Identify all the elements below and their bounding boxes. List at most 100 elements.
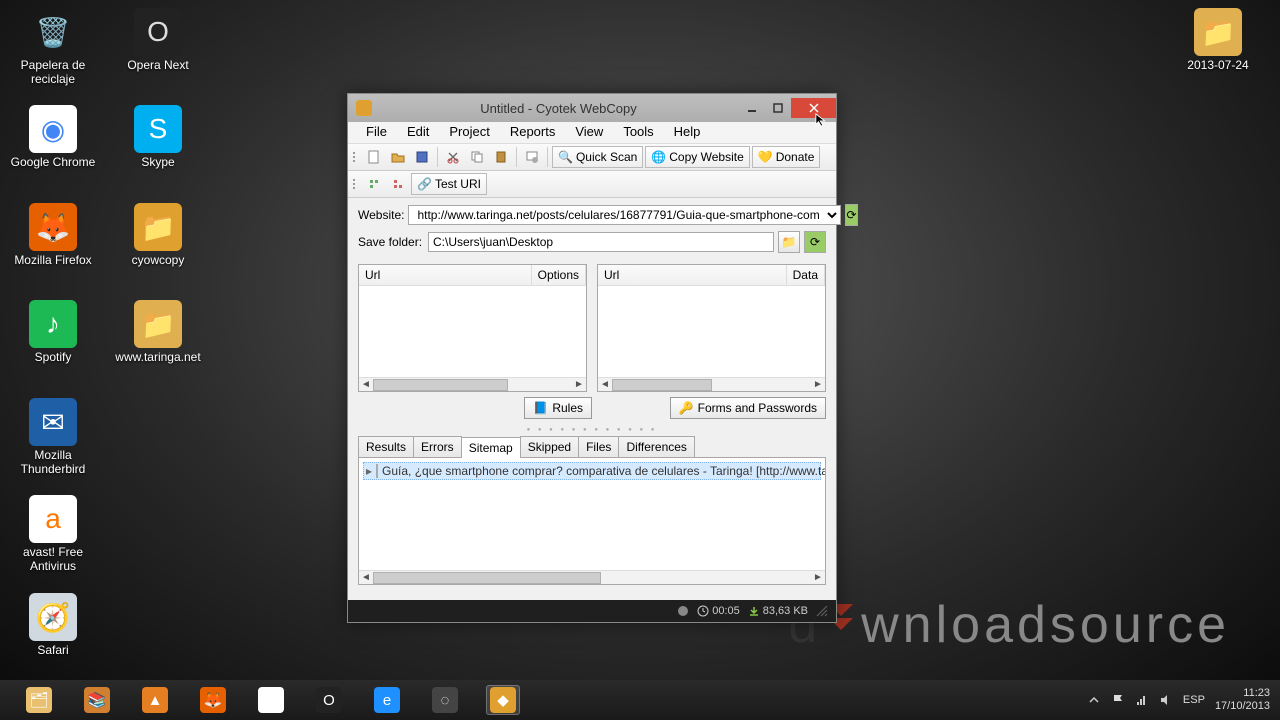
tree-collapse-button[interactable] [363, 173, 385, 195]
download-icon [748, 605, 760, 617]
forms-scrollbar[interactable]: ◄► [598, 377, 825, 391]
menu-reports[interactable]: Reports [500, 122, 566, 143]
cut-button[interactable] [442, 146, 464, 168]
network-icon[interactable] [1135, 693, 1149, 707]
tab-differences[interactable]: Differences [618, 436, 694, 457]
menu-tools[interactable]: Tools [613, 122, 663, 143]
elapsed-time: 00:05 [712, 605, 740, 617]
taskbar-chrome[interactable]: ◉ [242, 680, 300, 720]
desktop-icon-mozilla-firefox[interactable]: 🦊Mozilla Firefox [8, 203, 98, 267]
forms-passwords-button[interactable]: 🔑Forms and Passwords [670, 397, 826, 419]
paste-button[interactable] [490, 146, 512, 168]
icon-label: Spotify [8, 350, 98, 364]
icon-label: Safari [8, 643, 98, 657]
quick-scan-button[interactable]: 🔍Quick Scan [552, 146, 643, 168]
desktop-icon-mozilla-thunderbird[interactable]: ✉Mozilla Thunderbird [8, 398, 98, 476]
save-folder-input[interactable] [428, 232, 774, 252]
desktop-icon-safari[interactable]: 🧭Safari [8, 593, 98, 657]
tab-errors[interactable]: Errors [413, 436, 462, 457]
resize-grip-icon[interactable] [816, 605, 828, 617]
desktop: 🗑️Papelera de reciclajeOOpera Next📁2013-… [0, 0, 1280, 720]
forms-col-data[interactable]: Data [787, 265, 825, 285]
taskbar-file-explorer[interactable]: 🗂 [10, 680, 68, 720]
forms-list[interactable] [598, 286, 825, 377]
rules-icon: 📘 [533, 401, 548, 415]
donate-button[interactable]: 💛Donate [752, 146, 821, 168]
desktop-icon-avast[interactable]: aavast! Free Antivirus [8, 495, 98, 573]
desktop-icon-skype[interactable]: S Skype [113, 105, 203, 169]
close-button[interactable] [791, 98, 836, 118]
menu-help[interactable]: Help [664, 122, 711, 143]
taskbar-steam[interactable]: ◌ [416, 680, 474, 720]
sitemap-tree[interactable]: ▸ Guía, ¿que smartphone comprar? compara… [359, 458, 825, 570]
sitemap-row[interactable]: ▸ Guía, ¿que smartphone comprar? compara… [363, 462, 821, 480]
sitemap-scrollbar[interactable]: ◄► [359, 570, 825, 584]
taskbar-firefox[interactable]: 🦊 [184, 680, 242, 720]
folder-icon: 📁 [782, 235, 797, 249]
taringa-folder-icon: 📁 [134, 300, 182, 348]
rules-list[interactable] [359, 286, 586, 377]
icon-label: Opera Next [113, 58, 203, 72]
website-input[interactable]: http://www.taringa.net/posts/celulares/1… [408, 205, 841, 225]
menu-project[interactable]: Project [439, 122, 499, 143]
go-website-button[interactable]: ⟳ [845, 204, 857, 226]
icon-label: Skype [113, 155, 203, 169]
copy-button[interactable] [466, 146, 488, 168]
forms-col-url[interactable]: Url [598, 265, 787, 285]
tab-sitemap[interactable]: Sitemap [461, 437, 521, 458]
menu-file[interactable]: File [356, 122, 397, 143]
menu-view[interactable]: View [565, 122, 613, 143]
forms-pane: Url Data ◄► [597, 264, 826, 392]
rules-col-options[interactable]: Options [532, 265, 586, 285]
minimize-button[interactable] [739, 98, 765, 118]
desktop-icon-taringa-folder[interactable]: 📁www.taringa.net [113, 300, 203, 364]
open-button[interactable] [387, 146, 409, 168]
scan-icon: 🔍 [558, 150, 573, 164]
tab-skipped[interactable]: Skipped [520, 436, 579, 457]
copy-website-button[interactable]: 🌐Copy Website [645, 146, 749, 168]
icon-label: Google Chrome [8, 155, 98, 169]
form-area: Website: http://www.taringa.net/posts/ce… [348, 198, 836, 264]
desktop-icon-recycle-bin[interactable]: 🗑️Papelera de reciclaje [8, 8, 98, 86]
taskbar-libraries[interactable]: 📚 [68, 680, 126, 720]
volume-icon[interactable] [1159, 693, 1173, 707]
taskbar-cyotek-webcopy[interactable]: ◆ [474, 680, 532, 720]
desktop-icon-spotify[interactable]: ♪Spotify [8, 300, 98, 364]
flag-icon[interactable] [1111, 693, 1125, 707]
rules-button[interactable]: 📘Rules [524, 397, 592, 419]
icon-label: cyowcopy [113, 253, 203, 267]
icon-label: avast! Free Antivirus [8, 545, 98, 573]
title-bar[interactable]: Untitled - Cyotek WebCopy [348, 94, 836, 122]
menu-edit[interactable]: Edit [397, 122, 439, 143]
heart-icon: 💛 [758, 150, 773, 164]
rules-col-url[interactable]: Url [359, 265, 532, 285]
settings-button[interactable] [521, 146, 543, 168]
keyboard-language[interactable]: ESP [1183, 694, 1205, 706]
rules-pane: Url Options ◄► [358, 264, 587, 392]
rules-scrollbar[interactable]: ◄► [359, 377, 586, 391]
clock[interactable]: 11:23 17/10/2013 [1215, 687, 1270, 713]
download-size: 83,63 KB [763, 605, 808, 617]
tab-results[interactable]: Results [358, 436, 414, 457]
desktop-icon-opera-next[interactable]: OOpera Next [113, 8, 203, 72]
desktop-icon-folder-2013-07-24[interactable]: 📁2013-07-24 [1173, 8, 1263, 72]
key-icon: 🔑 [679, 401, 694, 415]
tray-expand-icon[interactable] [1087, 693, 1101, 707]
desktop-icon-cyowcopy[interactable]: 📁cyowcopy [113, 203, 203, 267]
toolbar-grip[interactable] [353, 179, 359, 189]
desktop-icon-google-chrome[interactable]: ◉Google Chrome [8, 105, 98, 169]
taskbar-vlc[interactable]: ▲ [126, 680, 184, 720]
browse-folder-button[interactable]: 📁 [778, 231, 800, 253]
test-uri-button[interactable]: 🔗Test URI [411, 173, 487, 195]
taskbar-ie[interactable]: e [358, 680, 416, 720]
splitter-handle[interactable]: ● ● ● ● ● ● ● ● ● ● ● ● [348, 424, 836, 436]
tab-files[interactable]: Files [578, 436, 619, 457]
open-folder-button[interactable]: ⟳ [804, 231, 826, 253]
taskbar-opera[interactable]: O [300, 680, 358, 720]
save-button[interactable] [411, 146, 433, 168]
tree-expand-button[interactable] [387, 173, 409, 195]
toolbar-grip[interactable] [353, 152, 359, 162]
skype-icon: S [134, 105, 182, 153]
maximize-button[interactable] [765, 98, 791, 118]
new-button[interactable] [363, 146, 385, 168]
